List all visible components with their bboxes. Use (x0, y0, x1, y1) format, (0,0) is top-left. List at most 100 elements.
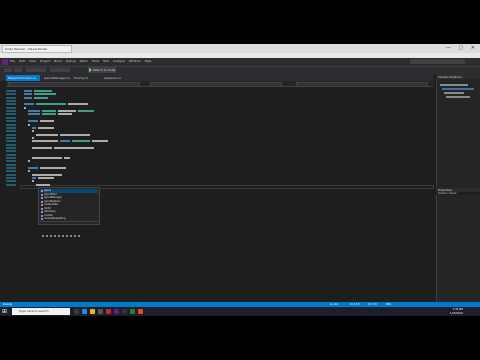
code-token (40, 167, 66, 170)
taskbar-search-input[interactable]: Type here to search (12, 308, 70, 315)
code-token (32, 146, 52, 149)
line-number (6, 133, 16, 136)
code-token (24, 90, 32, 92)
code-token (24, 106, 26, 109)
taskbar-clock[interactable]: 3:42 PM 1/15/2019 (450, 308, 463, 315)
attach-unity-button[interactable]: Attach to Unity (88, 67, 116, 73)
line-number (6, 123, 16, 126)
line-number (6, 106, 16, 109)
menu-item-debug[interactable]: Debug (66, 59, 76, 63)
line-number (6, 93, 16, 96)
completion-item[interactable]: InvokeRepeating (40, 217, 98, 221)
back-button[interactable] (4, 68, 12, 72)
store-icon[interactable] (98, 309, 103, 314)
code-token (32, 130, 34, 133)
line-number (6, 180, 16, 183)
edge-browser-icon[interactable] (82, 309, 87, 314)
completion-filter-bar[interactable] (40, 221, 98, 237)
line-number (6, 157, 16, 159)
toolbar (0, 66, 480, 75)
tree-item[interactable] (446, 96, 470, 98)
line-number (6, 96, 16, 99)
task-view-icon[interactable] (74, 309, 79, 314)
menu-item-analyze[interactable]: Analyze (113, 59, 125, 63)
tree-item[interactable] (444, 92, 464, 94)
code-token (68, 103, 88, 106)
config-dropdown[interactable] (26, 68, 46, 72)
menu-item-project[interactable]: Project (40, 59, 50, 63)
menu-item-help[interactable]: Help (145, 59, 152, 63)
code-token (32, 177, 36, 180)
file-explorer-icon[interactable] (90, 309, 95, 314)
visual-studio-logo-icon (2, 59, 8, 65)
tree-item[interactable] (442, 88, 474, 90)
line-number (6, 146, 16, 149)
code-token (28, 110, 40, 113)
line-number (6, 120, 16, 123)
line-number (6, 173, 16, 176)
menu-bar: File Edit View Project Build Debug Team Tools Te… (10, 59, 155, 63)
code-token (28, 160, 30, 163)
code-token (24, 93, 32, 96)
visual-studio-icon[interactable] (114, 309, 119, 314)
code-token (54, 146, 94, 149)
menu-item-test[interactable]: Test (103, 59, 109, 63)
code-token (38, 126, 54, 129)
code-token (34, 90, 52, 92)
code-token (24, 103, 34, 106)
code-token (38, 177, 54, 180)
code-token (58, 113, 72, 116)
code-token (32, 140, 58, 143)
app-icon[interactable] (130, 309, 135, 314)
code-token (28, 120, 38, 123)
quick-launch-input[interactable] (410, 59, 465, 64)
code-token (32, 136, 34, 139)
code-token (32, 173, 62, 176)
platform-dropdown[interactable] (50, 68, 70, 72)
code-token (32, 157, 62, 159)
code-token (42, 113, 56, 116)
forward-button[interactable] (14, 68, 22, 72)
code-token (28, 167, 38, 170)
method-icon (41, 218, 43, 220)
windows-start-icon[interactable]: ⊞ (2, 308, 7, 315)
line-number (6, 170, 16, 173)
code-token (34, 93, 56, 96)
line-number (6, 100, 16, 103)
menu-item-build[interactable]: Build (54, 59, 62, 63)
code-token (78, 110, 94, 113)
line-number (6, 160, 16, 163)
line-number (6, 103, 16, 106)
app-icon[interactable] (138, 309, 143, 314)
clock-date: 1/15/2019 (450, 311, 463, 315)
code-token (92, 140, 108, 143)
code-token (28, 113, 40, 116)
line-number (6, 140, 16, 143)
properties-panel[interactable] (436, 195, 480, 316)
line-number (6, 126, 16, 129)
unity-icon[interactable] (122, 309, 127, 314)
tree-item[interactable] (440, 84, 468, 86)
code-token (28, 123, 30, 126)
line-number (6, 143, 16, 146)
code-token (36, 133, 58, 136)
menu-item-window[interactable]: Window (129, 59, 141, 63)
code-token (42, 110, 56, 113)
browser-chrome: Unity Tutorial - Visual Studio — ▢ ✕ (0, 44, 480, 58)
code-token (72, 140, 90, 143)
menu-item-view[interactable]: View (29, 59, 36, 63)
menu-item-file[interactable]: File (10, 59, 15, 63)
code-token (58, 110, 76, 113)
app-icon[interactable] (106, 309, 111, 314)
code-token (36, 183, 50, 186)
intellisense-popup[interactable]: Input InputField InputManager InputSyste… (38, 187, 100, 237)
menu-item-tools[interactable]: Tools (92, 59, 99, 63)
line-number (6, 183, 16, 186)
menu-item-edit[interactable]: Edit (19, 59, 25, 63)
menu-item-team[interactable]: Team (80, 59, 88, 63)
line-number (6, 90, 16, 92)
code-token (32, 180, 34, 183)
window-controls[interactable]: — ▢ ✕ (446, 45, 478, 51)
browser-tab[interactable]: Unity Tutorial - Visual Studio (2, 45, 72, 53)
line-number (6, 113, 16, 116)
